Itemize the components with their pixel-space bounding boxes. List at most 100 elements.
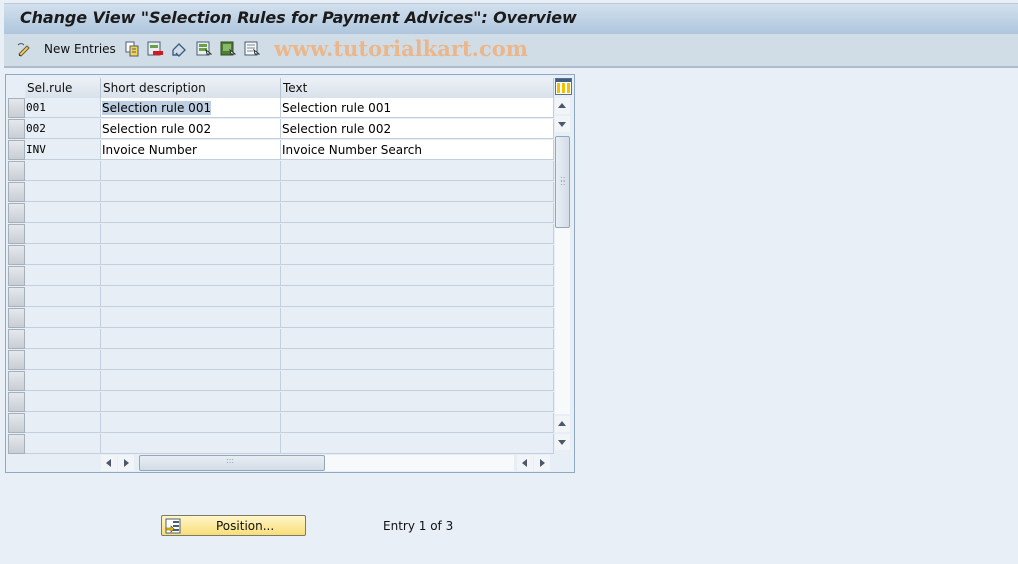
table-settings-button[interactable] [555, 78, 572, 95]
cell-text[interactable] [281, 308, 554, 328]
row-selector[interactable] [8, 224, 25, 244]
cell-text[interactable] [281, 434, 554, 454]
vertical-scroll-track[interactable]: :::: [555, 136, 570, 414]
scroll-page-down-button[interactable] [555, 434, 570, 450]
row-selector[interactable] [8, 119, 25, 139]
cell-text[interactable] [281, 203, 554, 223]
empty-table-row[interactable] [6, 224, 554, 245]
cell-text[interactable] [281, 266, 554, 286]
row-selector[interactable] [8, 413, 25, 433]
row-selector[interactable] [8, 182, 25, 202]
cell-short-description[interactable]: Invoice Number [101, 140, 281, 160]
column-header-sel-rule[interactable]: Sel.rule [25, 78, 101, 98]
cell-text[interactable] [281, 287, 554, 307]
cell-sel-rule[interactable] [25, 434, 101, 454]
cell-sel-rule[interactable] [25, 350, 101, 370]
empty-table-row[interactable] [6, 266, 554, 287]
empty-table-row[interactable] [6, 287, 554, 308]
cell-text[interactable] [281, 392, 554, 412]
scroll-right-button[interactable] [118, 455, 134, 471]
cell-sel-rule[interactable] [25, 224, 101, 244]
row-selector[interactable] [8, 140, 25, 160]
row-selector[interactable] [8, 329, 25, 349]
scroll-right-end-button[interactable] [534, 455, 550, 471]
cell-sel-rule[interactable]: 002 [25, 119, 101, 139]
cell-sel-rule[interactable] [25, 266, 101, 286]
cell-short-description[interactable] [101, 434, 281, 454]
cell-short-description[interactable] [101, 224, 281, 244]
cell-sel-rule[interactable] [25, 392, 101, 412]
cell-sel-rule[interactable] [25, 371, 101, 391]
horizontal-scroll-thumb[interactable]: ::: [139, 455, 325, 471]
row-selector[interactable] [8, 392, 25, 412]
cell-sel-rule[interactable] [25, 161, 101, 181]
delete-button[interactable] [147, 40, 163, 58]
empty-table-row[interactable] [6, 182, 554, 203]
cell-sel-rule[interactable] [25, 329, 101, 349]
cell-sel-rule[interactable] [25, 413, 101, 433]
cell-short-description[interactable] [101, 413, 281, 433]
empty-table-row[interactable] [6, 329, 554, 350]
cell-short-description[interactable] [101, 203, 281, 223]
table-row[interactable]: 002 Selection rule 002 Selection rule 002 [6, 119, 554, 140]
column-header-short-description[interactable]: Short description [101, 78, 281, 98]
cell-text[interactable] [281, 182, 554, 202]
row-selector[interactable] [8, 203, 25, 223]
row-selector[interactable] [8, 98, 25, 118]
cell-text[interactable] [281, 329, 554, 349]
empty-table-row[interactable] [6, 161, 554, 182]
cell-sel-rule[interactable] [25, 308, 101, 328]
cell-sel-rule[interactable]: INV [25, 140, 101, 160]
cell-text[interactable]: Invoice Number Search [281, 140, 554, 160]
vertical-scroll-thumb[interactable]: :::: [555, 136, 570, 228]
cell-sel-rule[interactable] [25, 203, 101, 223]
scroll-page-up-button[interactable] [555, 416, 570, 432]
cell-text[interactable] [281, 413, 554, 433]
undo-change-button[interactable] [171, 40, 187, 58]
position-button[interactable]: Position... [161, 515, 306, 536]
cell-short-description[interactable] [101, 350, 281, 370]
select-all-rows-corner[interactable] [6, 78, 25, 98]
empty-table-row[interactable] [6, 245, 554, 266]
cell-short-description[interactable] [101, 371, 281, 391]
empty-table-row[interactable] [6, 413, 554, 434]
cell-short-description[interactable] [101, 161, 281, 181]
row-selector[interactable] [8, 287, 25, 307]
cell-short-description[interactable] [101, 308, 281, 328]
empty-table-row[interactable] [6, 392, 554, 413]
row-selector[interactable] [8, 434, 25, 454]
cell-text[interactable] [281, 161, 554, 181]
empty-table-row[interactable] [6, 308, 554, 329]
cell-short-description[interactable] [101, 182, 281, 202]
table-row[interactable]: INV Invoice Number Invoice Number Search [6, 140, 554, 161]
vertical-scrollbar[interactable]: :::: [555, 98, 572, 451]
toggle-display-change-button[interactable] [16, 40, 32, 58]
cell-short-description[interactable] [101, 392, 281, 412]
empty-table-row[interactable] [6, 350, 554, 371]
cell-sel-rule[interactable]: 001 [25, 98, 101, 118]
empty-table-row[interactable] [6, 203, 554, 224]
new-entries-button[interactable]: New Entries [44, 40, 116, 58]
cell-sel-rule[interactable] [25, 245, 101, 265]
row-selector[interactable] [8, 308, 25, 328]
cell-text[interactable]: Selection rule 001 [281, 98, 554, 118]
scroll-down-button[interactable] [555, 116, 570, 132]
scroll-left-end-button[interactable] [517, 455, 533, 471]
cell-short-description[interactable]: Selection rule 002 [101, 119, 281, 139]
deselect-all-button[interactable] [244, 40, 261, 58]
cell-sel-rule[interactable] [25, 182, 101, 202]
cell-sel-rule[interactable] [25, 287, 101, 307]
scroll-up-button[interactable] [555, 98, 570, 114]
empty-table-row[interactable] [6, 434, 554, 455]
scroll-left-button[interactable] [101, 455, 117, 471]
cell-text[interactable] [281, 371, 554, 391]
cell-short-description[interactable] [101, 287, 281, 307]
cell-text[interactable]: Selection rule 002 [281, 119, 554, 139]
horizontal-scrollbar[interactable]: ::: [101, 455, 556, 471]
cell-short-description[interactable] [101, 266, 281, 286]
cell-short-description[interactable]: Selection rule 001 [101, 98, 281, 118]
select-all-button[interactable] [196, 40, 213, 58]
table-row[interactable]: 001 Selection rule 001 Selection rule 001 [6, 98, 554, 119]
row-selector[interactable] [8, 371, 25, 391]
cell-text[interactable] [281, 245, 554, 265]
